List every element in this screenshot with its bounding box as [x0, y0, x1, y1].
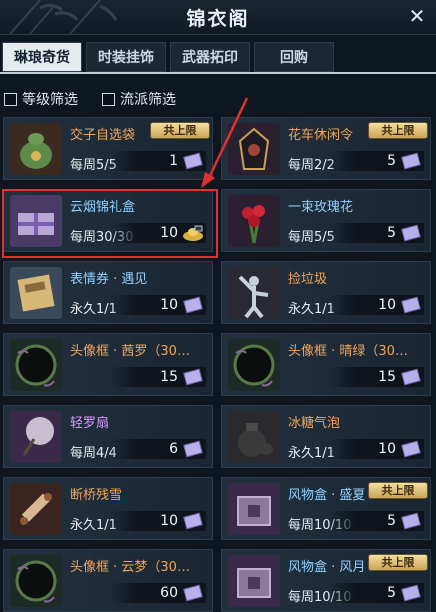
- school-filter[interactable]: 流派筛选: [102, 88, 176, 110]
- item-card[interactable]: 轻罗扇 每周4/4 6: [3, 405, 213, 468]
- avatar-frame-icon: [228, 339, 280, 391]
- item-price: 5: [387, 585, 396, 601]
- jar-icon: [228, 411, 280, 463]
- item-price: 6: [169, 441, 178, 457]
- tab-fashion[interactable]: 时装挂饰: [86, 42, 166, 72]
- item-price: 10: [378, 297, 396, 313]
- ticket-currency-icon: [400, 296, 422, 314]
- item-price: 10: [378, 441, 396, 457]
- item-price: 5: [387, 225, 396, 241]
- highlight-box: [2, 189, 218, 258]
- ticket-currency-icon: [182, 440, 204, 458]
- item-price: 10: [160, 513, 178, 529]
- item-name: 风物盒 · 风月: [288, 560, 366, 575]
- item-price: 60: [160, 585, 178, 601]
- ticket-currency-icon: [400, 224, 422, 242]
- item-name: 轻罗扇: [70, 416, 110, 431]
- item-card[interactable]: 风物盒 · 风月 共上限 每周10/10 5: [221, 549, 431, 612]
- title-bar: 锦衣阁 ✕: [0, 0, 436, 35]
- item-price: 10: [160, 297, 178, 313]
- ticket-currency-icon: [182, 296, 204, 314]
- item-card[interactable]: 一束玫瑰花 每周5/5 5: [221, 189, 431, 252]
- item-card[interactable]: 头像框 · 茜罗（30… 15: [3, 333, 213, 396]
- item-name: 花车休闲令: [288, 128, 354, 143]
- level-filter-checkbox[interactable]: [4, 92, 17, 106]
- tab-linlang[interactable]: 琳琅奇货: [2, 42, 82, 72]
- ticket-currency-icon: [400, 440, 422, 458]
- item-card[interactable]: 风物盒 · 盛夏 共上限 每周10/10 5: [221, 477, 431, 540]
- avatar-frame-icon: [10, 339, 62, 391]
- item-name: 捡垃圾: [288, 272, 328, 287]
- ticket-currency-icon: [400, 152, 422, 170]
- item-price: 5: [387, 513, 396, 529]
- shared-limit-badge: 共上限: [368, 554, 428, 571]
- item-name: 一束玫瑰花: [288, 200, 354, 215]
- item-name: 表情券 · 遇见: [70, 272, 148, 287]
- treasure-box-icon: [228, 483, 280, 535]
- item-card[interactable]: 冰糖气泡 永久1/1 10: [221, 405, 431, 468]
- scroll-icon: [10, 483, 62, 535]
- treasure-box-icon: [228, 555, 280, 607]
- ticket-currency-icon: [400, 512, 422, 530]
- item-name: 头像框 · 云梦（30…: [70, 560, 190, 575]
- level-filter-label: 等级筛选: [22, 92, 78, 108]
- close-icon[interactable]: ✕: [406, 5, 428, 27]
- ticket-currency-icon: [400, 584, 422, 602]
- ticket-currency-icon: [400, 368, 422, 386]
- item-name: 头像框 · 茜罗（30…: [70, 344, 190, 359]
- item-card[interactable]: 头像框 · 晴绿（30… 15: [221, 333, 431, 396]
- item-price: 15: [160, 369, 178, 385]
- item-name: 断桥残雪: [70, 488, 123, 503]
- item-name: 风物盒 · 盛夏: [288, 488, 366, 503]
- fan-icon: [10, 411, 62, 463]
- shared-limit-badge: 共上限: [368, 482, 428, 499]
- item-price: 1: [169, 153, 178, 169]
- shared-limit-badge: 共上限: [368, 122, 428, 139]
- ticket-currency-icon: [182, 584, 204, 602]
- window-title: 锦衣阁: [186, 8, 250, 30]
- pointer-arrow-icon: [201, 97, 249, 188]
- item-name: 头像框 · 晴绿（30…: [288, 344, 408, 359]
- item-name: 冰糖气泡: [288, 416, 341, 431]
- item-name: 交子自选袋: [70, 128, 136, 143]
- item-card[interactable]: 断桥残雪 永久1/1 10: [3, 477, 213, 540]
- item-card[interactable]: 捡垃圾 永久1/1 10: [221, 261, 431, 324]
- statue-icon: [228, 267, 280, 319]
- item-card[interactable]: 交子自选袋 共上限 每周5/5 1: [3, 117, 213, 180]
- scroll-ticket-icon: [10, 267, 62, 319]
- item-card[interactable]: 表情券 · 遇见 永久1/1 10: [3, 261, 213, 324]
- money-pouch-icon: [10, 123, 62, 175]
- item-price: 15: [378, 369, 396, 385]
- item-price: 5: [387, 153, 396, 169]
- rose-bouquet-icon: [228, 195, 280, 247]
- tab-weapon-print[interactable]: 武器拓印: [170, 42, 250, 72]
- level-filter[interactable]: 等级筛选: [4, 88, 78, 110]
- tab-bar: 琳琅奇货 时装挂饰 武器拓印 回购: [0, 42, 436, 72]
- avatar-frame-icon: [10, 555, 62, 607]
- ticket-currency-icon: [182, 368, 204, 386]
- ticket-currency-icon: [182, 512, 204, 530]
- item-card[interactable]: 头像框 · 云梦（30… 60: [3, 549, 213, 612]
- school-filter-label: 流派筛选: [120, 92, 176, 108]
- tab-divider: [0, 72, 436, 74]
- tab-buyback[interactable]: 回购: [254, 42, 334, 72]
- school-filter-checkbox[interactable]: [102, 92, 115, 106]
